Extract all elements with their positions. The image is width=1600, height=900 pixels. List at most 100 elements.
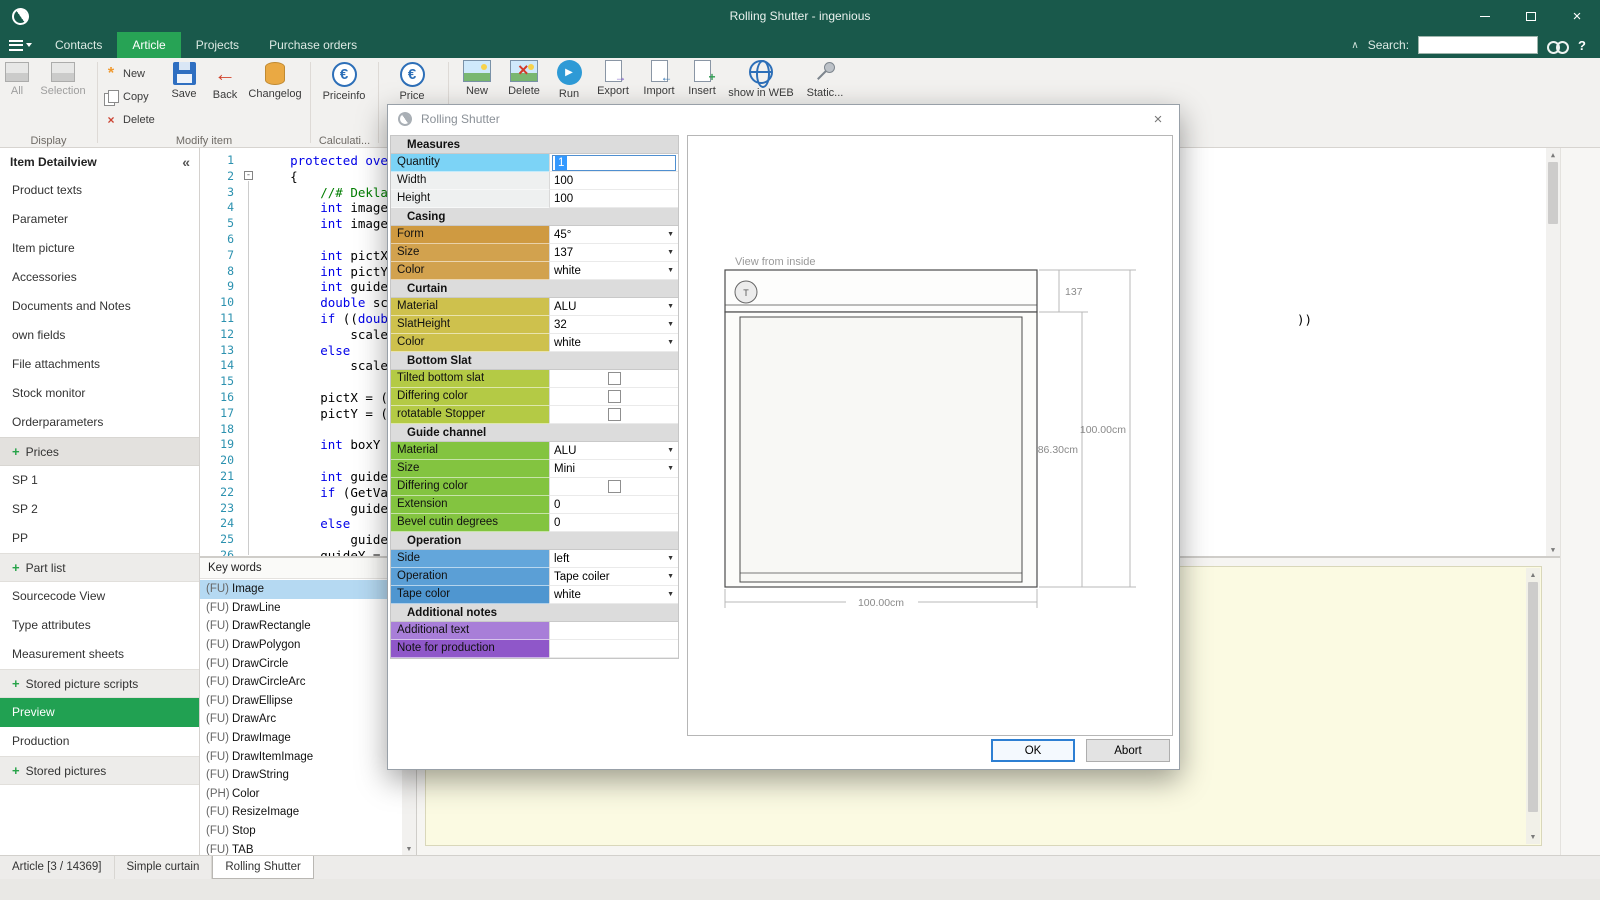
grid-row-label[interactable]: Tape color: [391, 586, 549, 604]
maximize-button[interactable]: [1508, 0, 1554, 32]
sidebar-item-type-attributes[interactable]: Type attributes: [0, 611, 199, 640]
sidebar-item-accessories[interactable]: Accessories: [0, 263, 199, 292]
keyword-item-drawrectangle[interactable]: (FU)DrawRectangle: [200, 617, 402, 636]
tab-purchase-orders[interactable]: Purchase orders: [254, 32, 372, 58]
value-input[interactable]: 1: [552, 155, 676, 171]
collapse-sidebar-button[interactable]: «: [182, 148, 190, 176]
grid-row-value[interactable]: white▼: [549, 334, 678, 352]
checkbox[interactable]: [608, 480, 621, 493]
notes-scrollbar[interactable]: ▲ ▼: [1526, 568, 1540, 844]
grid-row-value[interactable]: left▼: [549, 550, 678, 568]
sidebar-item-production[interactable]: Production: [0, 727, 199, 756]
keyword-item-stop[interactable]: (FU)Stop: [200, 822, 402, 841]
code-fold-icon[interactable]: -: [244, 171, 253, 180]
new-button[interactable]: *New: [104, 64, 145, 83]
keyword-item-drawpolygon[interactable]: (FU)DrawPolygon: [200, 636, 402, 655]
dialog-close-icon[interactable]: ×: [1147, 109, 1169, 129]
changelog-button[interactable]: Changelog: [244, 62, 306, 132]
keyword-item-color[interactable]: (PH)Color: [200, 785, 402, 804]
grid-row-label[interactable]: Side: [391, 550, 549, 568]
sidebar-item-preview[interactable]: Preview: [0, 698, 199, 727]
grid-row-value[interactable]: [549, 640, 678, 658]
grid-row-label[interactable]: Material: [391, 298, 549, 316]
scroll-up-icon[interactable]: ▲: [1526, 568, 1540, 582]
app-menu-button[interactable]: [0, 32, 40, 58]
keyword-item-drawstring[interactable]: (FU)DrawString: [200, 766, 402, 785]
ok-button[interactable]: OK: [991, 739, 1075, 762]
grid-row-value[interactable]: [549, 478, 678, 496]
collapse-ribbon-icon[interactable]: ∧: [1351, 40, 1358, 51]
sidebar-item-documents-and-notes[interactable]: Documents and Notes: [0, 292, 199, 321]
tab-projects[interactable]: Projects: [181, 32, 254, 58]
help-icon[interactable]: ?: [1578, 38, 1586, 53]
save-button[interactable]: Save: [164, 62, 204, 132]
scrollbar-thumb[interactable]: [1528, 582, 1538, 812]
grid-row-label[interactable]: Note for production: [391, 640, 549, 658]
grid-row-label[interactable]: Additional text: [391, 622, 549, 640]
grid-row-value[interactable]: white▼: [549, 586, 678, 604]
grid-row-value[interactable]: ALU▼: [549, 298, 678, 316]
selection-button[interactable]: Selection: [34, 62, 92, 132]
grid-row-label[interactable]: Operation: [391, 568, 549, 586]
priceinfo-button[interactable]: € Priceinfo: [315, 62, 373, 132]
grid-row-value[interactable]: 0: [549, 514, 678, 532]
sidebar-item-measurement-sheets[interactable]: Measurement sheets: [0, 640, 199, 669]
sidebar-item-stored-pictures[interactable]: +Stored pictures: [0, 756, 199, 785]
keyword-item-drawcircle[interactable]: (FU)DrawCircle: [200, 654, 402, 673]
grid-row-value[interactable]: [549, 370, 678, 388]
grid-row-value[interactable]: [549, 388, 678, 406]
search-input[interactable]: [1418, 36, 1538, 54]
checkbox[interactable]: [608, 408, 621, 421]
keyword-item-drawcirclearc[interactable]: (FU)DrawCircleArc: [200, 673, 402, 692]
bottom-tab-simple-curtain[interactable]: Simple curtain: [115, 856, 213, 879]
keyword-item-drawline[interactable]: (FU)DrawLine: [200, 599, 402, 618]
grid-row-value[interactable]: 45°▼: [549, 226, 678, 244]
close-button[interactable]: ×: [1554, 0, 1600, 32]
grid-row-value[interactable]: Tape coiler▼: [549, 568, 678, 586]
grid-row-value[interactable]: 137▼: [549, 244, 678, 262]
sidebar-item-stored-picture-scripts[interactable]: +Stored picture scripts: [0, 669, 199, 698]
grid-row-label[interactable]: Material: [391, 442, 549, 460]
grid-row-value[interactable]: 100: [549, 172, 678, 190]
delete-button[interactable]: ×Delete: [104, 110, 155, 129]
scroll-down-icon[interactable]: ▼: [1526, 830, 1540, 844]
advanced-search-icon[interactable]: [1547, 39, 1569, 52]
grid-row-label[interactable]: Color: [391, 334, 549, 352]
all-button[interactable]: All: [2, 62, 32, 132]
grid-row-label[interactable]: Height: [391, 190, 549, 208]
sidebar-item-pp[interactable]: PP: [0, 524, 199, 553]
sidebar-item-sourcecode-view[interactable]: Sourcecode View: [0, 582, 199, 611]
sidebar-item-parameter[interactable]: Parameter: [0, 205, 199, 234]
grid-row-value[interactable]: ALU▼: [549, 442, 678, 460]
grid-row-label[interactable]: Width: [391, 172, 549, 190]
grid-row-value[interactable]: white▼: [549, 262, 678, 280]
abort-button[interactable]: Abort: [1086, 739, 1170, 762]
keyword-item-drawimage[interactable]: (FU)DrawImage: [200, 729, 402, 748]
sidebar-item-prices[interactable]: +Prices: [0, 437, 199, 466]
grid-row-value[interactable]: 1: [549, 154, 678, 172]
keyword-item-image[interactable]: (FU)Image: [200, 580, 402, 599]
sidebar-item-stock-monitor[interactable]: Stock monitor: [0, 379, 199, 408]
grid-row-value[interactable]: [549, 622, 678, 640]
keyword-item-drawarc[interactable]: (FU)DrawArc: [200, 710, 402, 729]
grid-row-label[interactable]: Bevel cutin degrees: [391, 514, 549, 532]
grid-row-value[interactable]: Mini▼: [549, 460, 678, 478]
copy-button[interactable]: Copy: [104, 87, 149, 106]
grid-row-value[interactable]: 0: [549, 496, 678, 514]
checkbox[interactable]: [608, 390, 621, 403]
checkbox[interactable]: [608, 372, 621, 385]
keyword-item-tab[interactable]: (FU)TAB: [200, 840, 402, 855]
grid-row-label[interactable]: Differing color: [391, 388, 549, 406]
sidebar-item-item-picture[interactable]: Item picture: [0, 234, 199, 263]
sidebar-item-file-attachments[interactable]: File attachments: [0, 350, 199, 379]
sidebar-item-orderparameters[interactable]: Orderparameters: [0, 408, 199, 437]
sidebar-item-sp-1[interactable]: SP 1: [0, 466, 199, 495]
grid-row-value[interactable]: 32▼: [549, 316, 678, 334]
bottom-tab-article[interactable]: Article [3 / 14369]: [0, 856, 115, 879]
grid-row-label[interactable]: Color: [391, 262, 549, 280]
keyword-item-resizeimage[interactable]: (FU)ResizeImage: [200, 803, 402, 822]
grid-row-value[interactable]: 100: [549, 190, 678, 208]
sidebar-item-part-list[interactable]: +Part list: [0, 553, 199, 582]
bottom-tab-rolling-shutter[interactable]: Rolling Shutter: [212, 856, 313, 879]
keyword-item-drawitemimage[interactable]: (FU)DrawItemImage: [200, 747, 402, 766]
